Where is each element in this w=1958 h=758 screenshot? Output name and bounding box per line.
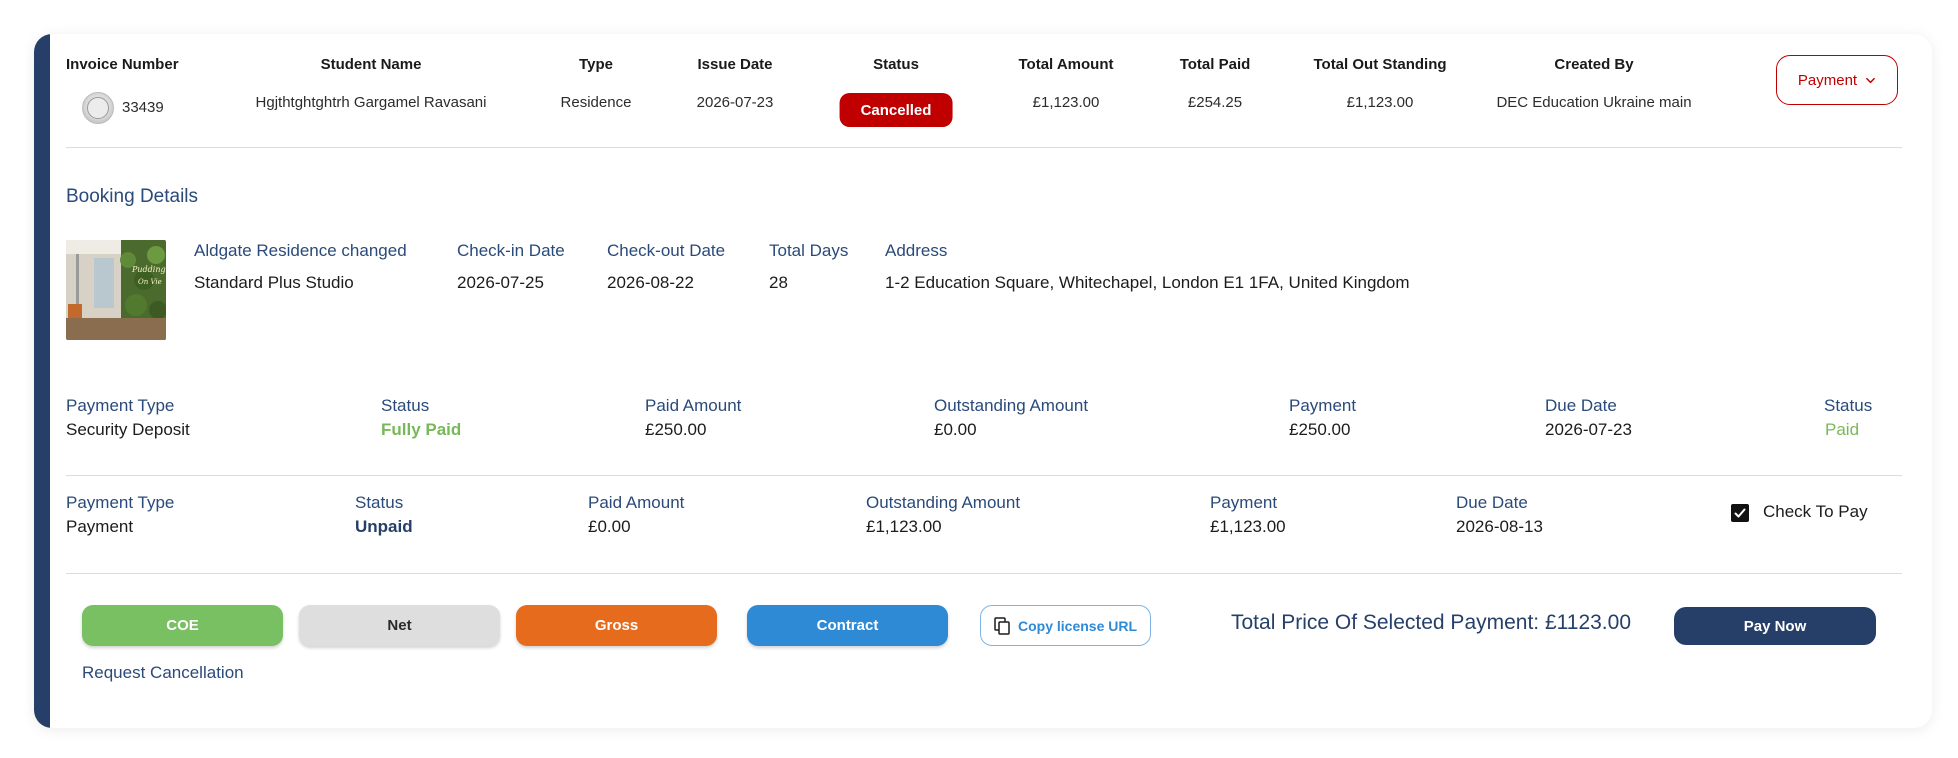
due-date: 2026-07-23 <box>1545 420 1632 439</box>
payment-dropdown-button[interactable]: Payment <box>1776 55 1898 105</box>
total-days-label: Total Days <box>769 241 849 260</box>
gross-button[interactable]: Gross <box>516 605 717 646</box>
payment-type: Security Deposit <box>66 420 190 439</box>
copy-license-url-button[interactable]: Copy license URL <box>980 605 1151 646</box>
invoice-card: Invoice Number Student Name Type Issue D… <box>34 34 1932 728</box>
invoice-type: Residence <box>560 94 632 111</box>
payment-amount-label: Payment <box>1289 396 1357 415</box>
due-date: 2026-08-13 <box>1456 517 1543 536</box>
header-divider <box>66 147 1902 148</box>
paid-amount-label: Paid Amount <box>588 493 685 512</box>
paid-amount: £250.00 <box>645 420 707 439</box>
school-seal-icon <box>82 92 114 124</box>
col-header-created-by: Created By <box>1554 56 1634 73</box>
svg-text:On Vie: On Vie <box>138 278 162 286</box>
residence-photo: Pudding On Vie <box>66 240 166 340</box>
col-header-total-paid: Total Paid <box>1179 56 1251 73</box>
check-out-date: 2026-08-22 <box>607 273 694 292</box>
room-type: Standard Plus Studio <box>194 273 354 292</box>
payment-row-divider <box>66 475 1902 476</box>
outstanding-amount-label: Outstanding Amount <box>934 396 1089 415</box>
check-to-pay-label: Check To Pay <box>1763 502 1868 521</box>
col-header-total-outstanding: Total Out Standing <box>1313 56 1447 73</box>
residence-name: Aldgate Residence changed <box>194 241 407 260</box>
status-badge: Cancelled <box>839 93 953 127</box>
pay-now-button[interactable]: Pay Now <box>1674 607 1876 645</box>
due-date-label: Due Date <box>1545 396 1617 415</box>
issue-date: 2026-07-23 <box>696 94 774 111</box>
check-in-label: Check-in Date <box>457 241 565 260</box>
total-days: 28 <box>769 273 788 292</box>
svg-text:Pudding: Pudding <box>131 265 166 274</box>
payment-amount: £1,123.00 <box>1210 517 1286 536</box>
paid-amount: £0.00 <box>588 517 631 536</box>
check-out-label: Check-out Date <box>607 241 726 260</box>
check-in-date: 2026-07-25 <box>457 273 544 292</box>
total-outstanding: £1,123.00 <box>1346 94 1414 111</box>
outstanding-amount: £1,123.00 <box>866 517 942 536</box>
payment-status2-label: Status <box>1824 396 1873 415</box>
created-by: DEC Education Ukraine main <box>1496 94 1692 111</box>
payment-type: Payment <box>66 517 134 536</box>
net-button[interactable]: Net <box>299 605 500 646</box>
outstanding-amount: £0.00 <box>934 420 977 439</box>
col-header-issue-date: Issue Date <box>697 56 773 73</box>
copy-icon <box>994 616 1010 635</box>
checkmark-icon <box>1734 508 1746 518</box>
address: 1-2 Education Square, Whitechapel, Londo… <box>885 273 1410 292</box>
chevron-down-icon <box>1866 77 1875 83</box>
actions-divider <box>66 573 1902 574</box>
section-title-booking-details: Booking Details <box>66 186 199 207</box>
col-header-invoice-number: Invoice Number <box>66 56 179 73</box>
coe-button[interactable]: COE <box>82 605 283 646</box>
payment-status: Unpaid <box>355 517 413 536</box>
payment-dropdown-label: Payment <box>1797 71 1858 89</box>
payment-type-label: Payment Type <box>66 396 175 415</box>
status-wrapper: Cancelled <box>839 93 1009 127</box>
total-paid: £254.25 <box>1187 94 1243 111</box>
total-price-selected: Total Price Of Selected Payment: £1123.0… <box>1231 611 1632 634</box>
check-to-pay-checkbox[interactable] <box>1731 504 1749 522</box>
payment-amount: £250.00 <box>1289 420 1351 439</box>
col-header-type: Type <box>579 56 613 73</box>
col-header-student-name: Student Name <box>320 56 422 73</box>
card-accent-bar <box>34 34 50 728</box>
payment-type-label: Payment Type <box>66 493 175 512</box>
paid-amount-label: Paid Amount <box>645 396 742 415</box>
outstanding-amount-label: Outstanding Amount <box>866 493 1021 512</box>
address-label: Address <box>885 241 948 260</box>
payment-status: Fully Paid <box>381 420 462 439</box>
contract-button[interactable]: Contract <box>747 605 948 646</box>
due-date-label: Due Date <box>1456 493 1528 512</box>
col-header-total-amount: Total Amount <box>1018 56 1114 73</box>
student-name: Hgjthtghtghtrh Gargamel Ravasani <box>255 94 487 111</box>
request-cancellation-link[interactable]: Request Cancellation <box>82 663 244 683</box>
total-amount: £1,123.00 <box>1032 94 1100 111</box>
payment-status2: Paid <box>1825 420 1860 439</box>
payment-amount-label: Payment <box>1210 493 1278 512</box>
col-header-status: Status <box>873 56 919 73</box>
payment-status-label: Status <box>381 396 430 415</box>
copy-license-url-label: Copy license URL <box>1017 617 1138 634</box>
payment-status-label: Status <box>355 493 404 512</box>
invoice-number: 33439 <box>122 99 164 116</box>
